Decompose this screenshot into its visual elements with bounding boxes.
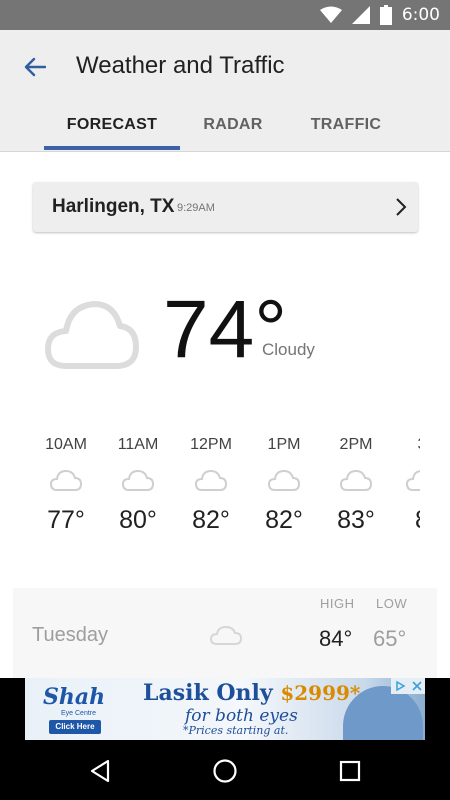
ad-price: $2999*: [280, 681, 361, 705]
daily-high: 84°: [319, 626, 353, 651]
cloud-icon: [45, 301, 139, 369]
hourly-time: 1PM: [267, 436, 301, 453]
hourly-item: 1PM 82°: [248, 430, 320, 540]
page-title: Weather and Traffic: [76, 52, 285, 79]
daily-day: Tuesday: [32, 624, 108, 646]
current-temperature: 74°: [163, 284, 288, 375]
app-bar: Weather and Traffic FORECAST RADAR TRAFF…: [0, 30, 450, 152]
daily-low: 65°: [373, 626, 407, 651]
cloud-icon: [121, 469, 155, 491]
ad-cta-button[interactable]: Click Here: [49, 720, 101, 734]
cloud-icon: [194, 469, 228, 491]
cloud-icon: [267, 469, 301, 491]
system-nav-bar: [0, 742, 450, 800]
hourly-temp: 82°: [265, 506, 303, 534]
ad-headline-text: Lasik Only: [143, 680, 281, 706]
hourly-temp: 80°: [119, 506, 157, 534]
nav-back-button[interactable]: [85, 756, 115, 786]
status-bar: 6:00: [0, 0, 450, 30]
status-time: 6:00: [401, 5, 440, 25]
chevron-right-icon: [396, 198, 407, 216]
back-button[interactable]: [18, 50, 52, 84]
location-city: Harlingen, TX: [52, 196, 175, 217]
cloud-icon: [405, 470, 420, 491]
hourly-time: 2PM: [339, 436, 373, 453]
hourly-time: 12PM: [190, 436, 232, 453]
nav-recents-button[interactable]: [335, 756, 365, 786]
hourly-temp: 82°: [192, 506, 230, 534]
hourly-time: 3: [386, 430, 420, 460]
hourly-item: 2PM 83°: [320, 430, 392, 540]
ad-logo: Shah: [43, 684, 106, 710]
battery-icon: [379, 5, 392, 25]
ad-headline: Lasik Only $2999*: [143, 680, 360, 706]
hourly-temp: 77°: [47, 506, 85, 534]
hourly-time: 10AM: [45, 436, 87, 453]
hourly-forecast[interactable]: 10AM 77° 11AM 80° 12PM 82° 1PM 82° 2PM 8…: [0, 430, 420, 560]
ad-badge: [391, 678, 425, 694]
ad-subline: for both eyes: [185, 706, 298, 726]
ad-logo-sub: Eye Centre: [61, 710, 97, 717]
daily-forecast[interactable]: HIGH LOW Tuesday 84° 65°: [13, 588, 437, 678]
arrow-left-icon: [24, 57, 46, 77]
hourly-item: 11AM 80°: [102, 430, 174, 540]
hourly-item: 3 8: [386, 430, 420, 540]
ad-fine-print: *Prices starting at.: [183, 724, 289, 737]
location-selector[interactable]: Harlingen, TX 9:29AM: [33, 182, 418, 232]
close-icon[interactable]: [411, 680, 423, 692]
low-header: LOW: [376, 596, 408, 611]
hourly-item: 12PM 82°: [175, 430, 247, 540]
cellular-signal-icon: [351, 6, 370, 24]
home-circle-icon: [213, 759, 237, 783]
ad-banner-container: Shah Eye Centre Click Here Lasik Only $2…: [0, 678, 450, 742]
hourly-temp: 83°: [337, 506, 375, 534]
tab-indicator: [44, 146, 180, 150]
nav-home-button[interactable]: [210, 756, 240, 786]
hourly-temp: 8: [386, 500, 420, 540]
hourly-time: 11AM: [117, 436, 159, 453]
cloud-icon: [339, 469, 373, 491]
cloud-icon: [209, 625, 243, 645]
ad-banner[interactable]: Shah Eye Centre Click Here Lasik Only $2…: [25, 678, 425, 740]
cloud-icon: [49, 469, 83, 491]
wifi-icon: [319, 6, 342, 23]
tab-traffic[interactable]: TRAFFIC: [290, 110, 402, 152]
tab-radar[interactable]: RADAR: [180, 110, 286, 152]
hourly-item: 10AM 77°: [30, 430, 102, 540]
location-updated-time: 9:29AM: [177, 202, 215, 214]
back-triangle-icon: [90, 759, 110, 783]
current-condition: Cloudy: [262, 340, 315, 359]
ad-choices-icon[interactable]: [394, 680, 406, 692]
recents-square-icon: [339, 760, 361, 782]
status-icons: 6:00: [319, 4, 440, 26]
high-header: HIGH: [320, 596, 355, 611]
